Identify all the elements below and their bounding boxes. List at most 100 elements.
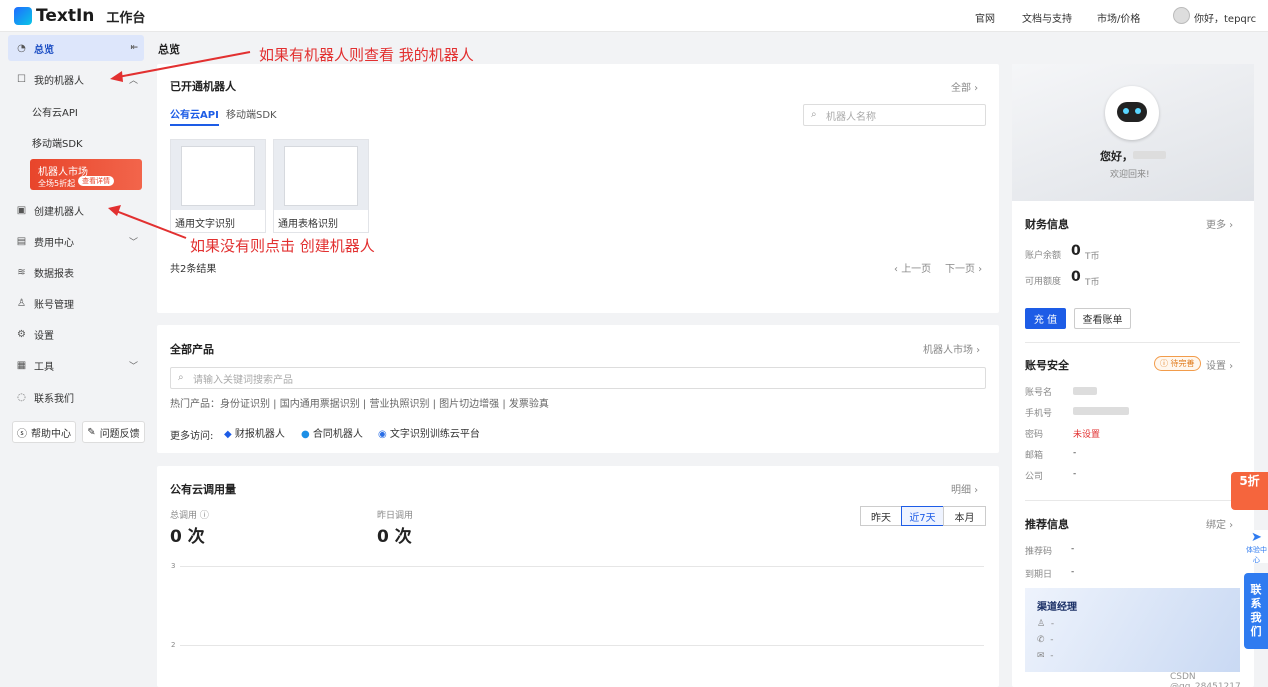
sidebar-item-label: 费用中心 (34, 237, 74, 249)
page-title: 总览 (158, 43, 180, 56)
prev-page-label: 上一页 (901, 264, 932, 275)
manager-person-row: ♙ - (1037, 619, 1054, 629)
gear-icon: ⚙ (17, 328, 26, 340)
contract-robot-icon: ● (301, 429, 310, 440)
sidebar-subitem-public-api[interactable]: 公有云API (32, 104, 78, 119)
credit-unit: T币 (1085, 278, 1100, 288)
contact-char: 我 (1250, 611, 1262, 624)
view-bill-button[interactable]: 查看账单 (1074, 308, 1131, 329)
sidebar-item-contact[interactable]: ◌ 联系我们 (8, 384, 144, 410)
tab-public-api[interactable]: 公有云API (170, 106, 219, 126)
robot-avatar-icon (1105, 86, 1159, 140)
logo[interactable]: TextIn 工作台 (14, 6, 145, 26)
email-value: - (1073, 448, 1077, 458)
opened-robots-title: 已开通机器人 (170, 80, 236, 93)
next-page-button[interactable]: 下一页 › (945, 260, 982, 275)
nav-official-site[interactable]: 官网 (975, 10, 995, 25)
total-calls-text: 总调用 (170, 511, 198, 521)
all-products-title: 全部产品 (170, 343, 214, 356)
finance-more-link[interactable]: 更多 › (1206, 216, 1233, 231)
profile-hello: 您好， (1100, 150, 1133, 163)
manager-mail-row: ✉ - (1037, 651, 1054, 661)
chart-icon: ≋ (17, 266, 26, 278)
robot-market-label: 机器人市场 (923, 345, 973, 356)
phone-icon: ✆ (1037, 635, 1045, 645)
sidebar-item-account[interactable]: ♙ 账号管理 (8, 290, 144, 316)
bind-link[interactable]: 绑定 › (1206, 516, 1233, 531)
status-badge: ⓘ 待完善 (1154, 356, 1201, 371)
sidebar-item-billing[interactable]: ▤ 费用中心 ﹀ (8, 228, 144, 254)
brand-name: TextIn (36, 6, 95, 26)
divider (1025, 500, 1240, 501)
expiry-label: 到期日 (1025, 570, 1053, 580)
annotation-view-robots: 如果有机器人则查看 我的机器人 (259, 46, 474, 64)
experience-center-button[interactable]: ➤ 体验中心 (1245, 530, 1268, 564)
feedback-button[interactable]: ✎ 问题反馈 (82, 421, 145, 443)
link-contract-robot[interactable]: ● 合同机器人 (301, 425, 363, 440)
user-greeting[interactable]: 你好，tepqrc (1194, 10, 1256, 25)
discount-label: 5折 (1239, 474, 1260, 488)
credit-value: 0 (1071, 269, 1081, 285)
expiry-value: - (1071, 567, 1075, 577)
sidebar-subitem-mobile-sdk[interactable]: 移动端SDK (32, 135, 83, 150)
robot-card-table[interactable]: 通用表格识别 (273, 139, 369, 233)
recharge-button[interactable]: 充 值 (1025, 308, 1066, 329)
nav-market-price[interactable]: 市场/价格 (1097, 10, 1140, 25)
collapse-sidebar-icon[interactable]: ⇤ (130, 43, 138, 53)
manager-name-value: - (1050, 619, 1055, 629)
manager-phone-value: - (1050, 635, 1054, 645)
range-month-button[interactable]: 本月 (943, 506, 986, 526)
contract-robot-label: 合同机器人 (312, 429, 363, 440)
sidebar-item-label: 设置 (34, 330, 54, 342)
usage-card: 公有云调用量 明细 › 总调用 ⓘ 0 次 昨日调用 0 次 昨天 近7天 本月 (157, 466, 999, 687)
prev-page-button[interactable]: ‹ 上一页 (894, 260, 931, 275)
tab-mobile-sdk[interactable]: 移动端SDK (226, 106, 277, 121)
status-badge-label: 待完善 (1170, 359, 1195, 368)
robot-search-input[interactable]: ⌕ 机器人名称 (803, 104, 986, 126)
sidebar-item-create-robot[interactable]: ▣ 创建机器人 (8, 197, 144, 223)
sidebar-item-my-robots[interactable]: ☐ 我的机器人 ︿ (8, 66, 144, 92)
password-value[interactable]: 未设置 (1073, 427, 1100, 440)
security-settings-link[interactable]: 设置 › (1206, 357, 1233, 372)
avatar[interactable] (1173, 7, 1190, 24)
sidebar-item-label: 联系我们 (34, 393, 74, 405)
product-search-input[interactable]: ⌕ 请输入关键词搜索产品 (170, 367, 986, 389)
top-bar: TextIn 工作台 官网 文档与支持 市场/价格 你好，tepqrc (0, 0, 1268, 32)
sidebar-item-label: 创建机器人 (34, 206, 84, 218)
sidebar-item-tools[interactable]: ▦ 工具 ﹀ (8, 352, 144, 378)
robot-market-link[interactable]: 机器人市场 › (923, 341, 980, 356)
finance-more-label: 更多 (1206, 220, 1226, 231)
contact-us-float-button[interactable]: 联 系 我 们 (1244, 573, 1268, 649)
sidebar-item-overview[interactable]: ◔ 总览 ⇤ (8, 35, 144, 61)
sidebar-item-label: 工具 (34, 361, 54, 373)
nav-docs[interactable]: 文档与支持 (1022, 10, 1072, 25)
robot-card-general-text[interactable]: 通用文字识别 (170, 139, 266, 233)
range-7days-button[interactable]: 近7天 (901, 506, 944, 526)
usage-detail-link[interactable]: 明细 › (951, 481, 978, 496)
all-products-card: 全部产品 机器人市场 › ⌕ 请输入关键词搜索产品 热门产品：身份证识别 | 国… (157, 325, 999, 453)
chevron-down-icon: ﹀ (128, 237, 138, 248)
help-icon: ⓢ (17, 428, 27, 440)
balance-label: 账户余额 (1025, 251, 1062, 261)
password-label: 密码 (1025, 430, 1044, 440)
view-all-link[interactable]: 全部 › (951, 79, 978, 94)
sidebar-item-settings[interactable]: ⚙ 设置 (8, 321, 144, 347)
discount-float-button[interactable]: 5折 (1231, 472, 1268, 510)
company-value: - (1073, 469, 1077, 479)
link-training-platform[interactable]: ◉ 文字识别训练云平台 (378, 425, 480, 440)
chart-gridline (180, 645, 984, 646)
more-access-label: 更多访问: (170, 431, 214, 442)
robot-market-promo[interactable]: 机器人市场 全场5折起 查看详情 (30, 159, 142, 190)
account-name-blur (1073, 387, 1097, 395)
chat-icon: ◌ (17, 391, 26, 403)
paper-plane-icon: ➤ (1251, 530, 1262, 545)
chevron-down-icon: ﹀ (128, 361, 138, 372)
help-center-button[interactable]: ⓢ 帮助中心 (12, 421, 76, 443)
range-yesterday-button[interactable]: 昨天 (860, 506, 902, 526)
sidebar-item-label: 数据报表 (34, 268, 74, 280)
hot-products[interactable]: 热门产品：身份证识别 | 国内通用票据识别 | 营业执照识别 | 图片切边增强 … (170, 395, 549, 410)
company-label: 公司 (1025, 472, 1044, 482)
sidebar-item-reports[interactable]: ≋ 数据报表 (8, 259, 144, 285)
link-financial-robot[interactable]: ◆ 财报机器人 (224, 425, 285, 440)
next-page-label: 下一页 (945, 264, 975, 275)
